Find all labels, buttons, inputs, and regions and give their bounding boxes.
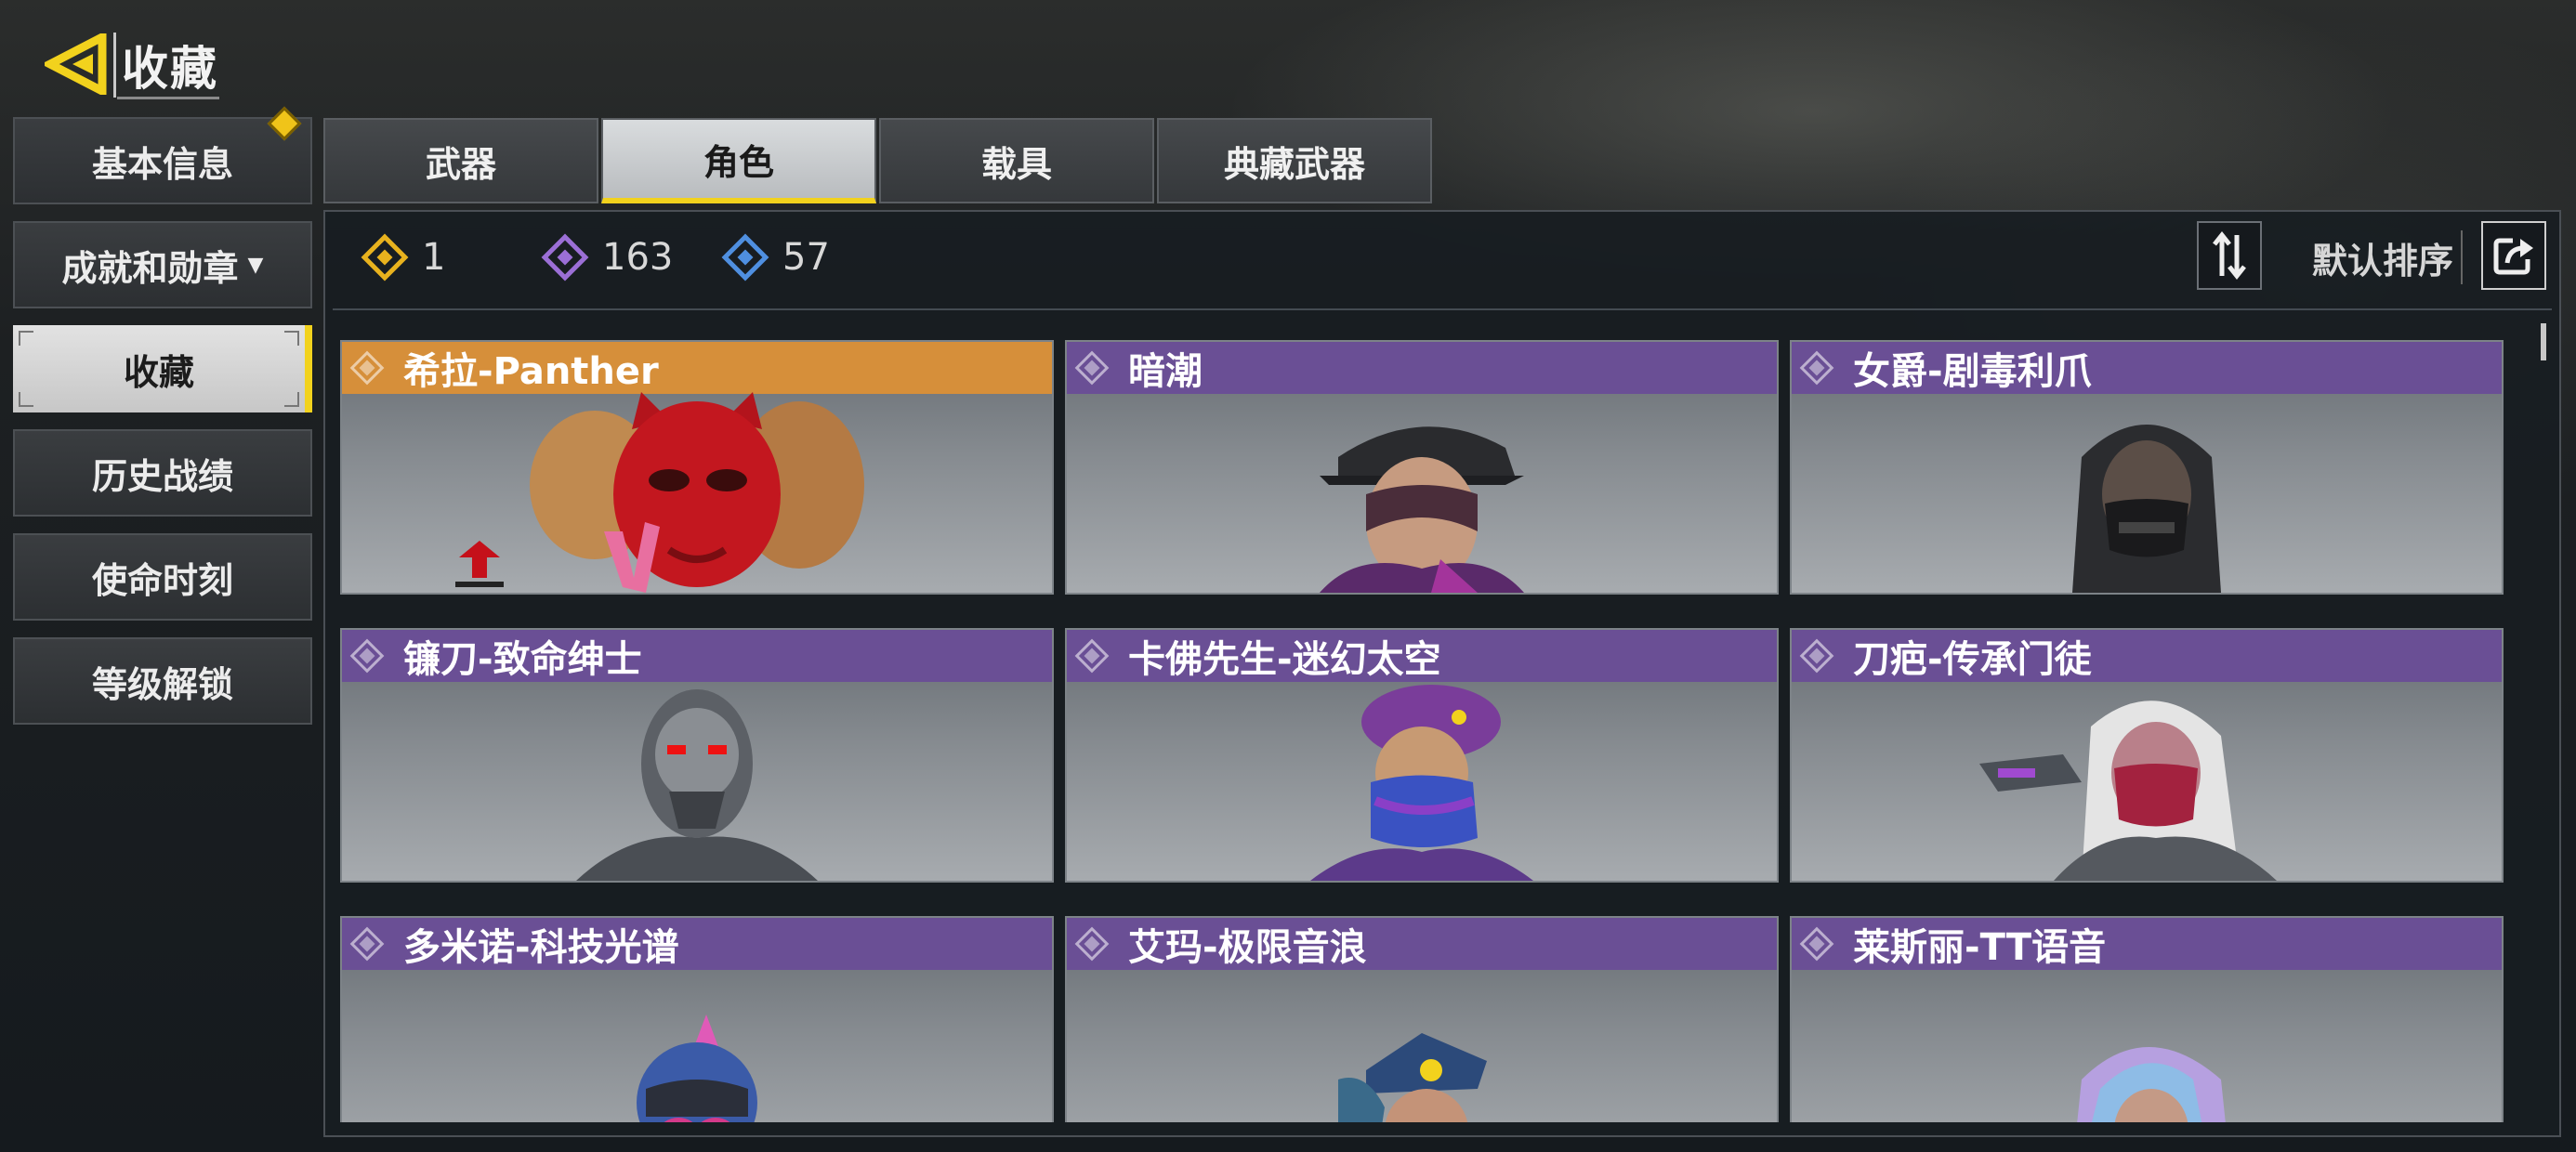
character-name: 暗潮 [1128,350,1203,393]
back-button[interactable] [45,28,112,102]
tab-label: 角色 [703,141,774,183]
card-header: 希拉-Panther [342,342,1052,394]
rarity-diamond-icon [1074,638,1110,674]
character-name: 女爵-剧毒利爪 [1853,350,2092,393]
rarity-count-bar: 1 163 57 默认排序 [325,212,2559,308]
character-card[interactable]: 暗潮 [1065,340,1779,595]
header-underline [117,97,219,99]
share-icon [2493,238,2533,275]
rarity-diamond-icon [349,926,385,962]
sidebar-item-achievements[interactable]: 成就和勋章 ▼ [13,221,312,308]
card-header: 卡佛先生-迷幻太空 [1067,630,1777,682]
sidebar-item-label: 成就和勋章 [61,247,239,289]
caret-down-icon: ▼ [247,253,264,277]
card-header: 暗潮 [1067,342,1777,394]
epic-count-value: 163 [602,236,674,279]
sidebar-item-label: 收藏 [123,351,194,393]
header: 收藏 [45,28,218,102]
card-header: 刀疤-传承门徒 [1792,630,2502,682]
rarity-diamond-icon [1799,926,1834,962]
card-header: 艾玛-极限音浪 [1067,918,1777,970]
card-header: 镰刀-致命绅士 [342,630,1052,682]
rare-count: 57 [721,233,830,281]
character-name: 莱斯丽-TT语音 [1853,926,2107,969]
character-portrait-scar [1979,700,2277,881]
rarity-diamond-icon [349,638,385,674]
rarity-diamond-icon [1799,638,1834,674]
character-card[interactable]: 卡佛先生-迷幻太空 [1065,628,1779,883]
collection-panel: 1 163 57 默认排序 希拉-Panther 暗潮 女爵-剧毒利爪 镰刀-致… [323,210,2561,1137]
rarity-diamond-icon [1799,350,1834,386]
share-button[interactable] [2481,221,2546,290]
character-card[interactable]: 希拉-Panther [340,340,1054,595]
character-portrait-emma [1338,1033,1487,1122]
rare-diamond-icon [721,233,769,281]
epic-diamond-icon [541,233,589,281]
character-portrait-duchess [2072,425,2221,593]
character-card[interactable]: 艾玛-极限音浪 [1065,916,1779,1122]
sidebar-item-label: 历史战绩 [91,455,233,497]
character-name: 艾玛-极限音浪 [1128,926,1367,969]
tab-collector-weapons[interactable]: 典藏武器 [1157,118,1432,203]
scrollbar[interactable] [2541,323,2546,360]
character-name: 刀疤-传承门徒 [1853,638,2092,681]
card-header: 莱斯丽-TT语音 [1792,918,2502,970]
sidebar-item-label: 等级解锁 [91,663,233,705]
card-header: 女爵-剧毒利爪 [1792,342,2502,394]
character-card[interactable]: 女爵-剧毒利爪 [1790,340,2504,595]
character-portrait-domino [637,1015,757,1122]
sidebar-item-moments[interactable]: 使命时刻 [13,533,312,621]
panel-divider [333,308,2552,310]
legendary-count: 1 [361,233,446,281]
sidebar-item-level-unlock[interactable]: 等级解锁 [13,637,312,725]
character-name: 卡佛先生-迷幻太空 [1128,638,1441,681]
tab-weapons[interactable]: 武器 [323,118,598,203]
sort-toggle-button[interactable] [2197,221,2262,290]
character-card[interactable]: 莱斯丽-TT语音 [1790,916,2504,1122]
corner-decoration [284,392,299,407]
sidebar-item-collection[interactable]: 收藏 [13,325,312,412]
sort-label[interactable]: 默认排序 [2312,232,2453,283]
sidebar-item-label: 基本信息 [91,143,233,185]
legendary-diamond-icon [361,233,409,281]
character-card[interactable]: 镰刀-致命绅士 [340,628,1054,883]
sidebar-item-label: 使命时刻 [91,559,233,601]
card-header: 多米诺-科技光谱 [342,918,1052,970]
tab-label: 武器 [425,143,496,185]
tab-label: 典藏武器 [1223,143,1365,185]
character-card[interactable]: 多米诺-科技光谱 [340,916,1054,1122]
character-grid: 希拉-Panther 暗潮 女爵-剧毒利爪 镰刀-致命绅士 卡佛先生-迷幻太空 … [340,340,2515,1122]
corner-decoration [19,392,33,407]
sidebar-item-basic-info[interactable]: 基本信息 [13,117,312,204]
corner-decoration [284,331,299,346]
header-separator [113,33,116,98]
rarity-diamond-icon [349,350,385,386]
corner-decoration [19,331,33,346]
legendary-count-value: 1 [422,236,446,279]
page-title: 收藏 [122,42,218,96]
character-portrait-undertow [1320,426,1524,593]
tab-label: 载具 [980,143,1052,185]
sidebar-item-history[interactable]: 历史战绩 [13,429,312,517]
character-portrait-reaper [576,689,818,881]
tab-vehicles[interactable]: 载具 [879,118,1154,203]
back-arrow-icon [45,33,107,95]
character-name: 镰刀-致命绅士 [403,638,642,681]
tab-characters[interactable]: 角色 [601,118,876,203]
rarity-diamond-icon [1074,926,1110,962]
sort-separator [2461,230,2463,284]
sort-arrows-icon [2213,231,2246,280]
character-portrait-panther [530,392,864,593]
character-portrait-carver [1310,685,1533,881]
rare-count-value: 57 [782,236,830,279]
rarity-diamond-icon [1074,350,1110,386]
epic-count: 163 [541,233,674,281]
character-name: 多米诺-科技光谱 [403,926,679,969]
persona-logo-icon [455,541,504,587]
character-name: 希拉-Panther [403,350,659,393]
character-card[interactable]: 刀疤-传承门徒 [1790,628,2504,883]
character-portrait-leslie [2077,1047,2226,1122]
